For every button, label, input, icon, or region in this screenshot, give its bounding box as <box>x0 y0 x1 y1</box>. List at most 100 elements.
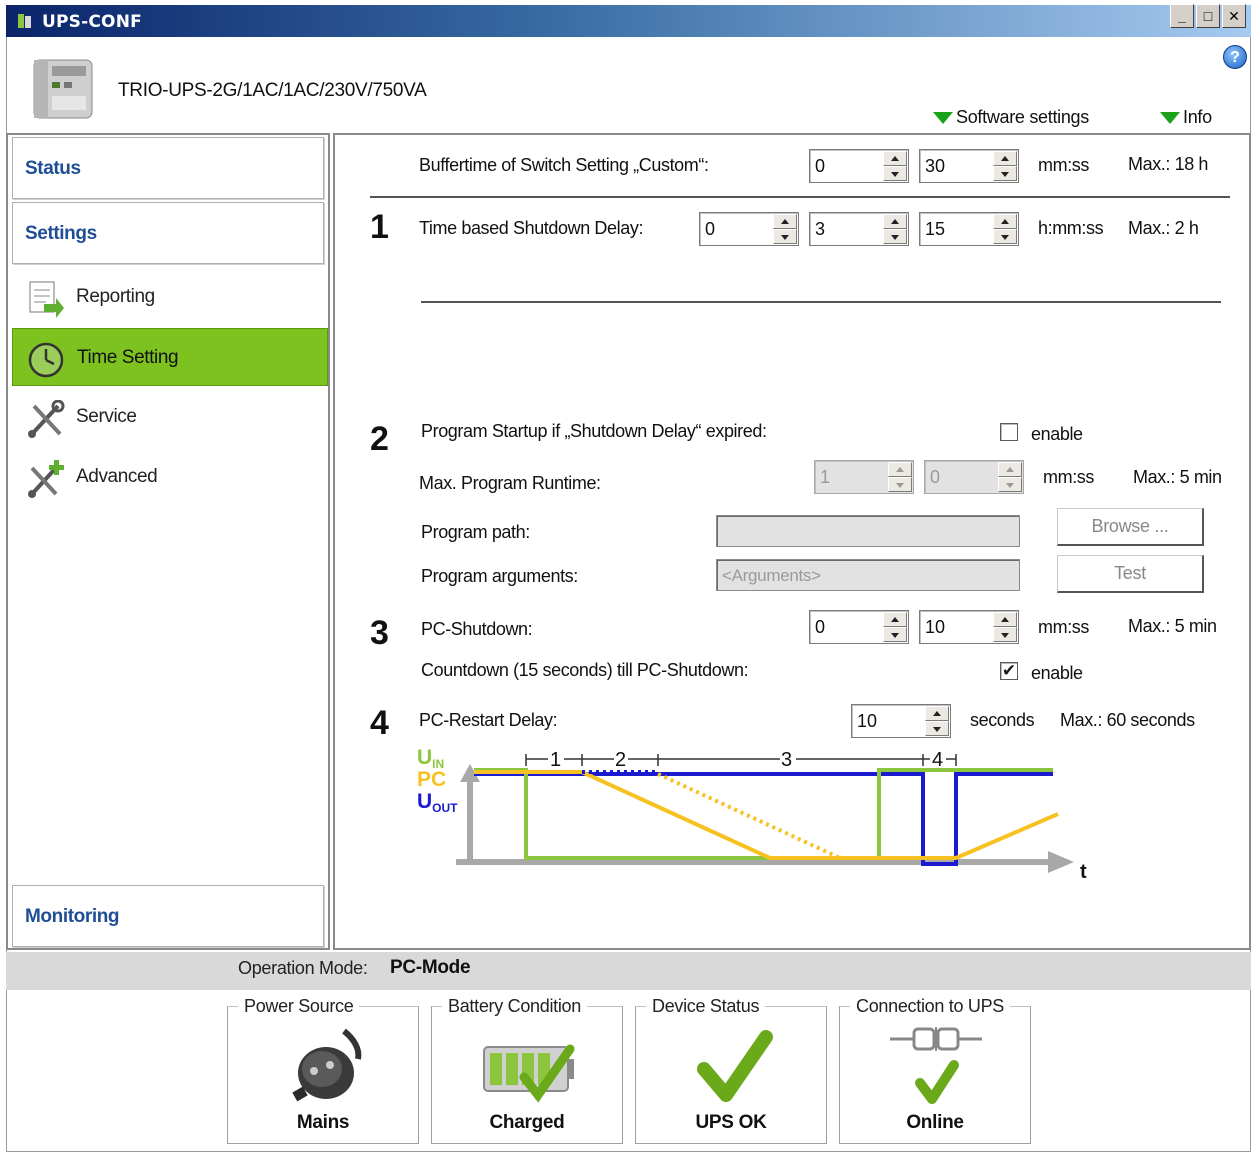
spin-down-button[interactable] <box>993 627 1017 642</box>
program-startup-enable-label: enable <box>1031 424 1083 444</box>
buffertime-minutes-stepper[interactable]: 0 <box>809 149 909 183</box>
divider <box>370 196 1230 198</box>
help-icon[interactable]: ? <box>1223 45 1247 69</box>
browse-button[interactable]: Browse ... <box>1057 508 1204 546</box>
section-number-4: 4 <box>370 704 389 742</box>
power-source-group: Power Source Mains <box>227 996 419 1144</box>
pc-restart-delay-max: Max.: 60 seconds <box>1060 710 1195 730</box>
countdown-enable-checkbox[interactable]: ✔ <box>1000 662 1018 680</box>
spin-up-button[interactable] <box>883 612 907 627</box>
battery-condition-group: Battery Condition Charged <box>431 996 623 1144</box>
nav-item-reporting[interactable]: Reporting <box>12 268 328 326</box>
connection-to-ups-group: Connection to UPS Online <box>839 996 1031 1144</box>
buffertime-seconds-stepper[interactable]: 30 <box>919 149 1019 183</box>
section-number-3: 3 <box>370 614 389 652</box>
pc-restart-delay-label: PC-Restart Delay: <box>419 710 558 730</box>
pc-restart-delay-stepper[interactable]: 10 <box>851 704 951 738</box>
ups-device-image <box>33 59 93 119</box>
buffertime-unit: mm:ss <box>1038 155 1089 175</box>
software-settings-link[interactable]: Software settings <box>933 107 1089 128</box>
spin-down-button[interactable] <box>883 229 907 244</box>
operation-mode-value: PC-Mode <box>390 957 471 978</box>
tools-icon <box>28 400 65 438</box>
phase-markers <box>525 754 957 766</box>
t-axis-label: t <box>1080 861 1087 883</box>
pc-label: PC <box>417 768 446 791</box>
connection-check-icon <box>890 1027 982 1104</box>
shutdown-delay-max: Max.: 2 h <box>1128 218 1199 238</box>
minimize-button[interactable]: _ <box>1170 4 1194 28</box>
shutdown-delay-seconds-stepper[interactable]: 15 <box>919 212 1019 246</box>
timing-diagram: UIN PC UOUT t 1 2 3 4 <box>417 746 1087 883</box>
nav-settings[interactable]: Settings <box>12 202 324 264</box>
uin-trace <box>474 768 1053 860</box>
pc-shutdown-dotted <box>657 772 841 860</box>
pc-shutdown-seconds-stepper[interactable]: 10 <box>919 610 1019 644</box>
phase-label-1: 1 <box>550 749 561 771</box>
battery-check-icon <box>483 1044 575 1103</box>
checkmark-icon <box>697 1030 773 1102</box>
phase-label-3: 3 <box>781 749 792 771</box>
program-arguments-input[interactable]: <Arguments> <box>716 559 1020 591</box>
countdown-label: Countdown (15 seconds) till PC-Shutdown: <box>421 660 749 680</box>
shutdown-delay-unit: h:mm:ss <box>1038 218 1104 238</box>
spin-down-button[interactable] <box>993 166 1017 181</box>
section-number-1: 1 <box>370 208 389 246</box>
runtime-max: Max.: 5 min <box>1133 467 1222 487</box>
spin-up-button[interactable] <box>773 214 797 229</box>
operation-mode-label: Operation Mode: <box>238 958 368 978</box>
tools-plus-icon <box>28 460 64 498</box>
pc-restart-delay-unit: seconds <box>970 710 1035 730</box>
report-icon <box>29 281 64 318</box>
info-link[interactable]: Info <box>1160 107 1212 128</box>
spin-up-button[interactable] <box>883 214 907 229</box>
pc-shutdown-minutes-stepper[interactable]: 0 <box>809 610 909 644</box>
triangle-down-icon <box>1160 111 1180 124</box>
pc-shutdown-label: PC-Shutdown: <box>421 619 533 639</box>
nav-item-advanced[interactable]: Advanced <box>12 448 328 506</box>
close-button[interactable]: ✕ <box>1222 4 1246 28</box>
spin-up-button[interactable] <box>883 151 907 166</box>
spin-up-button[interactable] <box>993 214 1017 229</box>
program-arguments-label: Program arguments: <box>421 566 578 586</box>
pc-shutdown-max: Max.: 5 min <box>1128 616 1217 636</box>
program-path-input[interactable] <box>716 515 1020 547</box>
runtime-minutes-stepper[interactable]: 1 <box>814 460 914 494</box>
spin-up-button[interactable] <box>925 706 949 721</box>
spin-down-button[interactable] <box>925 721 949 736</box>
test-button[interactable]: Test <box>1057 555 1204 593</box>
program-startup-label: Program Startup if „Shutdown Delay“ expi… <box>421 421 767 441</box>
spin-down-button[interactable] <box>883 166 907 181</box>
spin-down-button[interactable] <box>993 229 1017 244</box>
window-title: UPS-CONF <box>42 12 142 32</box>
pc-trace <box>474 770 1059 860</box>
spin-down-button[interactable] <box>773 229 797 244</box>
title-bar[interactable]: UPS-CONF <box>6 5 1251 37</box>
buffertime-label: Buffertime of Switch Setting „Custom“: <box>419 155 709 175</box>
app-icon <box>18 14 31 28</box>
spin-up-button[interactable] <box>993 612 1017 627</box>
maximize-button[interactable]: □ <box>1196 4 1220 28</box>
program-startup-enable-checkbox[interactable] <box>1000 423 1018 441</box>
shutdown-delay-minutes-stepper[interactable]: 3 <box>809 212 909 246</box>
spin-down-button[interactable] <box>888 477 912 492</box>
nav-item-time-setting[interactable]: Time Setting <box>12 328 328 386</box>
nav-status[interactable]: Status <box>12 137 324 199</box>
spin-up-button[interactable] <box>998 462 1022 477</box>
spin-down-button[interactable] <box>998 477 1022 492</box>
nav-item-service[interactable]: Service <box>12 388 328 446</box>
divider <box>421 301 1221 303</box>
nav-monitoring[interactable]: Monitoring <box>12 885 324 947</box>
status-bar <box>6 952 1251 990</box>
pc-shutdown-unit: mm:ss <box>1038 617 1089 637</box>
program-path-label: Program path: <box>421 522 530 542</box>
device-status-group: Device Status UPS OK <box>635 996 827 1144</box>
runtime-seconds-stepper[interactable]: 0 <box>924 460 1024 494</box>
spin-down-button[interactable] <box>883 627 907 642</box>
device-name: TRIO-UPS-2G/1AC/1AC/230V/750VA <box>118 80 427 101</box>
clock-icon <box>28 342 64 378</box>
section-number-2: 2 <box>370 420 389 458</box>
spin-up-button[interactable] <box>888 462 912 477</box>
spin-up-button[interactable] <box>993 151 1017 166</box>
shutdown-delay-hours-stepper[interactable]: 0 <box>699 212 799 246</box>
